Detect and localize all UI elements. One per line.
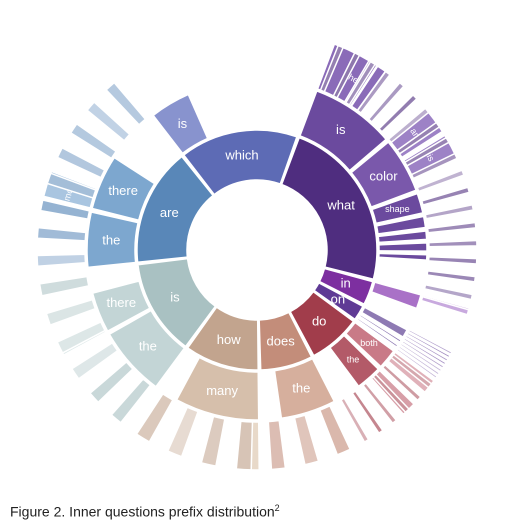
spike-which-13[interactable]	[247, 30, 250, 78]
spike-is-4[interactable]	[46, 300, 95, 325]
spike-which-15[interactable]	[265, 30, 268, 78]
spike-what-12[interactable]	[425, 205, 473, 219]
spike-is-3[interactable]	[57, 322, 105, 353]
spike-which-10[interactable]	[217, 34, 227, 81]
spike-does-1[interactable]	[294, 415, 318, 465]
spike-which-12[interactable]	[237, 31, 242, 79]
spike-which-3[interactable]	[150, 57, 174, 99]
cap-1: Fi	[10, 504, 22, 520]
sunburst-chart: whatisthecolorareisshapeinondoboththedoe…	[0, 0, 514, 500]
seg-what-number[interactable]	[379, 253, 427, 260]
spike-which-18[interactable]	[289, 34, 299, 81]
spike-is-1[interactable]	[90, 362, 133, 402]
spike-what-11[interactable]	[422, 187, 469, 205]
spike-is-5[interactable]	[40, 276, 89, 295]
spike-does-0[interactable]	[320, 406, 350, 455]
spike-are-4[interactable]	[57, 148, 104, 178]
sunburst-svg: whatisthecolorareisshapeinondoboththedoe…	[0, 0, 514, 500]
spike-what-14[interactable]	[429, 241, 477, 247]
cap-3: I	[69, 504, 73, 520]
spike-which-14[interactable]	[257, 30, 258, 78]
spike-in-3[interactable]	[416, 315, 461, 333]
spike-what-16[interactable]	[427, 271, 475, 282]
spike-are-0[interactable]	[37, 254, 85, 266]
seg-what-size[interactable]	[379, 243, 427, 251]
figure-caption: Figure 2. Inner questions prefix distrib…	[0, 503, 514, 520]
spike-how-0[interactable]	[236, 421, 252, 470]
spike-is-0[interactable]	[111, 379, 150, 423]
spike-what-13[interactable]	[428, 223, 476, 233]
spike-what-15[interactable]	[429, 257, 477, 264]
seg-are-the[interactable]	[87, 212, 138, 267]
seg-in-the[interactable]	[372, 282, 421, 308]
spike-which-11[interactable]	[227, 32, 234, 80]
spike-is-2[interactable]	[72, 343, 118, 379]
spike-are-1[interactable]	[37, 228, 86, 241]
cap-2: 2	[54, 504, 62, 520]
spike-how-2[interactable]	[168, 407, 198, 456]
spike-how-3[interactable]	[137, 394, 173, 442]
spike-which-16[interactable]	[273, 31, 278, 79]
spike-which-6[interactable]	[178, 44, 196, 89]
spike-which-5[interactable]	[168, 48, 188, 92]
spike-which-17[interactable]	[281, 32, 289, 80]
spike-how-1[interactable]	[201, 416, 225, 466]
cap-5: di	[207, 504, 218, 520]
spike-does-2[interactable]	[268, 421, 285, 470]
spike-which-4[interactable]	[159, 53, 181, 96]
